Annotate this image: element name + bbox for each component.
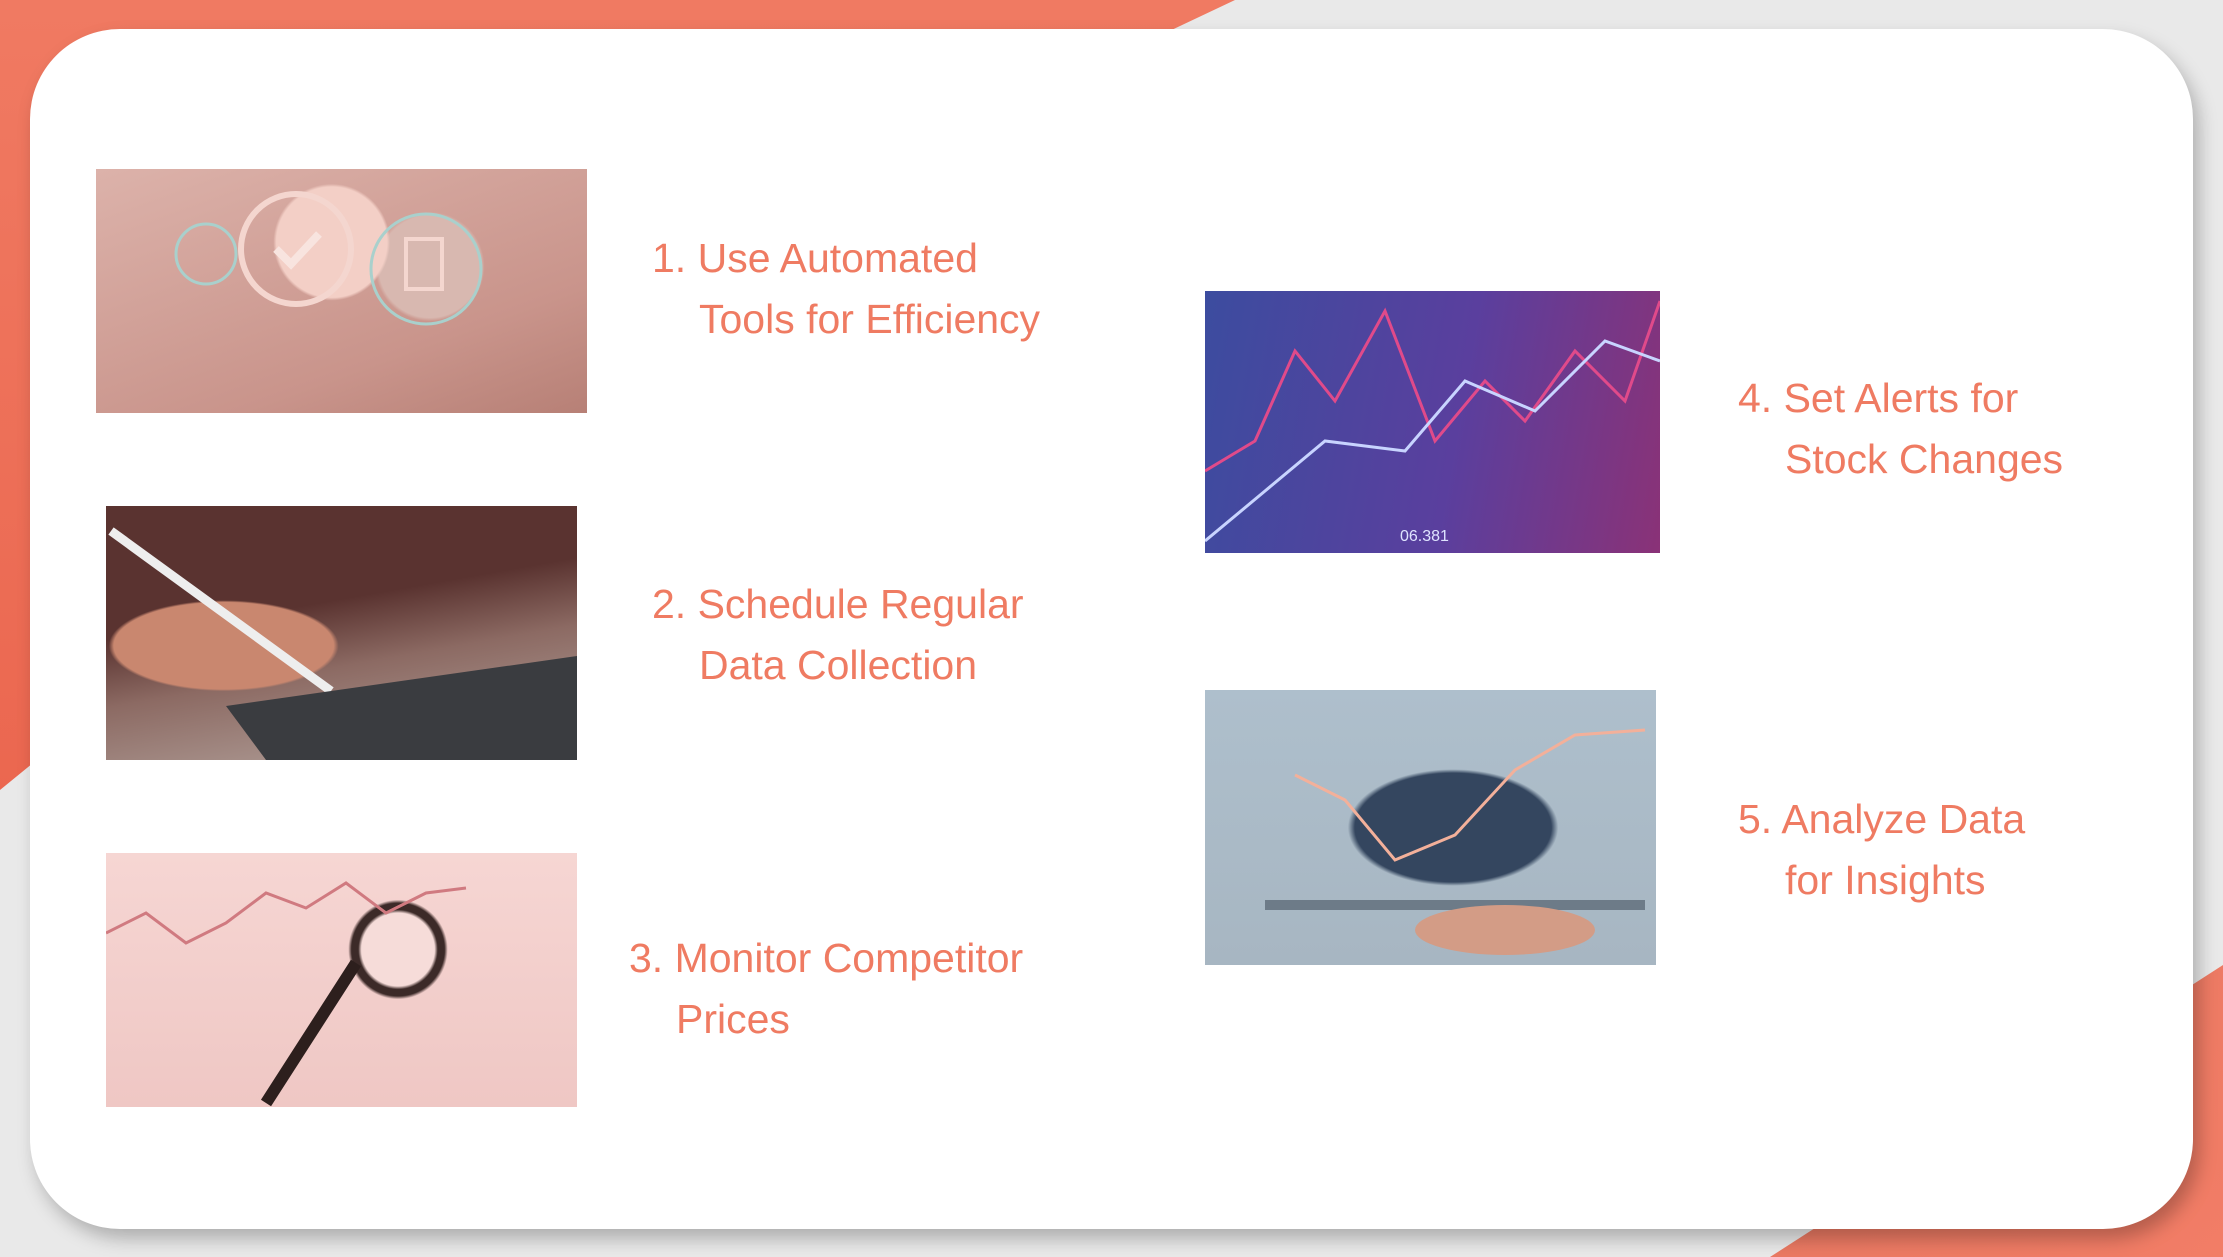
step-5-line1: 5. Analyze Data [1738,796,2026,842]
step-4-set-stock-alerts: 4. Set Alerts for Stock Changes [1738,368,2063,490]
magnifier-chart-photo [106,853,577,1107]
step-3-line1: 3. Monitor Competitor [629,935,1024,981]
step-4-line2: Stock Changes [1785,436,2064,482]
step-2-line2: Data Collection [699,642,978,688]
step-5-analyze-data: 5. Analyze Data for Insights [1738,789,2025,911]
step-3-line2: Prices [676,996,790,1042]
step-3-monitor-competitor-prices: 3. Monitor Competitor Prices [629,928,1023,1050]
step-4-line1: 4. Set Alerts for [1738,375,2019,421]
step-1-use-automated-tools: 1. Use Automated Tools for Efficiency [652,228,1040,350]
step-2-schedule-data-collection: 2. Schedule Regular Data Collection [652,574,1024,696]
stock-chart-photo: 06.381 [1205,291,1660,553]
stock-value-label: 06.381 [1400,528,1449,545]
tablet-analytics-photo [1205,690,1656,965]
step-5-line2: for Insights [1785,857,1986,903]
step-2-line1: 2. Schedule Regular [652,581,1024,627]
step-1-line1: 1. Use Automated [652,235,978,281]
step-1-line2: Tools for Efficiency [699,296,1041,342]
automation-tools-photo [96,169,587,413]
tablet-stylus-photo [106,506,577,760]
